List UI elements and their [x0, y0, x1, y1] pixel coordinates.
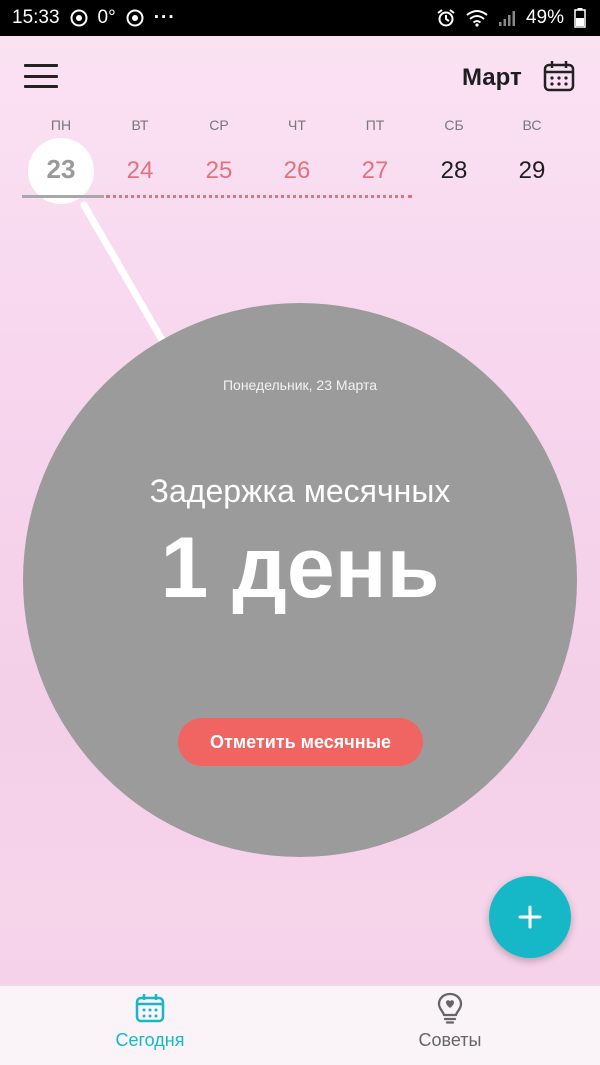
day-name: ПТ — [365, 117, 385, 133]
day-number: 26 — [283, 157, 311, 184]
day-number: 24 — [126, 157, 154, 184]
day-number: 25 — [205, 157, 233, 184]
day-saturday[interactable]: СБ 28 — [415, 112, 493, 202]
day-number: 23 — [46, 154, 76, 184]
period-dotted-underline — [106, 195, 412, 198]
day-friday[interactable]: ПТ 27 — [336, 112, 414, 202]
mark-period-button[interactable]: Отметить месячные — [178, 718, 423, 766]
day-number: 28 — [440, 157, 468, 184]
day-name: ВТ — [131, 117, 149, 133]
week-strip: ПН 23 ВТ 24 СР 25 ЧТ 26 ПТ 27 СБ 28 ВС 2… — [22, 112, 572, 204]
day-number: 27 — [361, 157, 389, 184]
plus-icon — [518, 905, 542, 929]
add-button[interactable] — [489, 876, 571, 958]
day-name: СР — [209, 117, 229, 133]
day-tuesday[interactable]: ВТ 24 — [101, 112, 179, 202]
tab-tips-label: Советы — [418, 1030, 482, 1050]
day-sunday[interactable]: ВС 29 — [493, 112, 571, 202]
lightbulb-heart-icon — [437, 992, 463, 1024]
day-monday[interactable]: ПН 23 — [22, 112, 100, 204]
calendar-icon — [135, 994, 165, 1023]
current-date-label: Понедельник, 23 Марта — [222, 377, 378, 393]
tab-tips[interactable]: Советы — [300, 986, 600, 1065]
day-name: ВС — [522, 117, 542, 133]
day-thursday[interactable]: ЧТ 26 — [258, 112, 336, 202]
day-wednesday[interactable]: СР 25 — [180, 112, 258, 202]
day-name: ЧТ — [288, 117, 306, 133]
delay-label: Задержка месячных — [149, 473, 451, 509]
cycle-status-circle: Понедельник, 23 Марта Задержка месячных … — [23, 303, 577, 857]
day-name: ПН — [50, 117, 72, 133]
bottom-navigation: Сегодня Советы — [0, 985, 600, 1065]
day-number: 29 — [518, 157, 546, 184]
selected-day-underline — [22, 195, 104, 198]
tab-today-label: Сегодня — [115, 1030, 185, 1050]
tab-today[interactable]: Сегодня — [0, 986, 300, 1065]
day-name: СБ — [444, 117, 464, 133]
delay-value: 1 день — [160, 520, 440, 616]
